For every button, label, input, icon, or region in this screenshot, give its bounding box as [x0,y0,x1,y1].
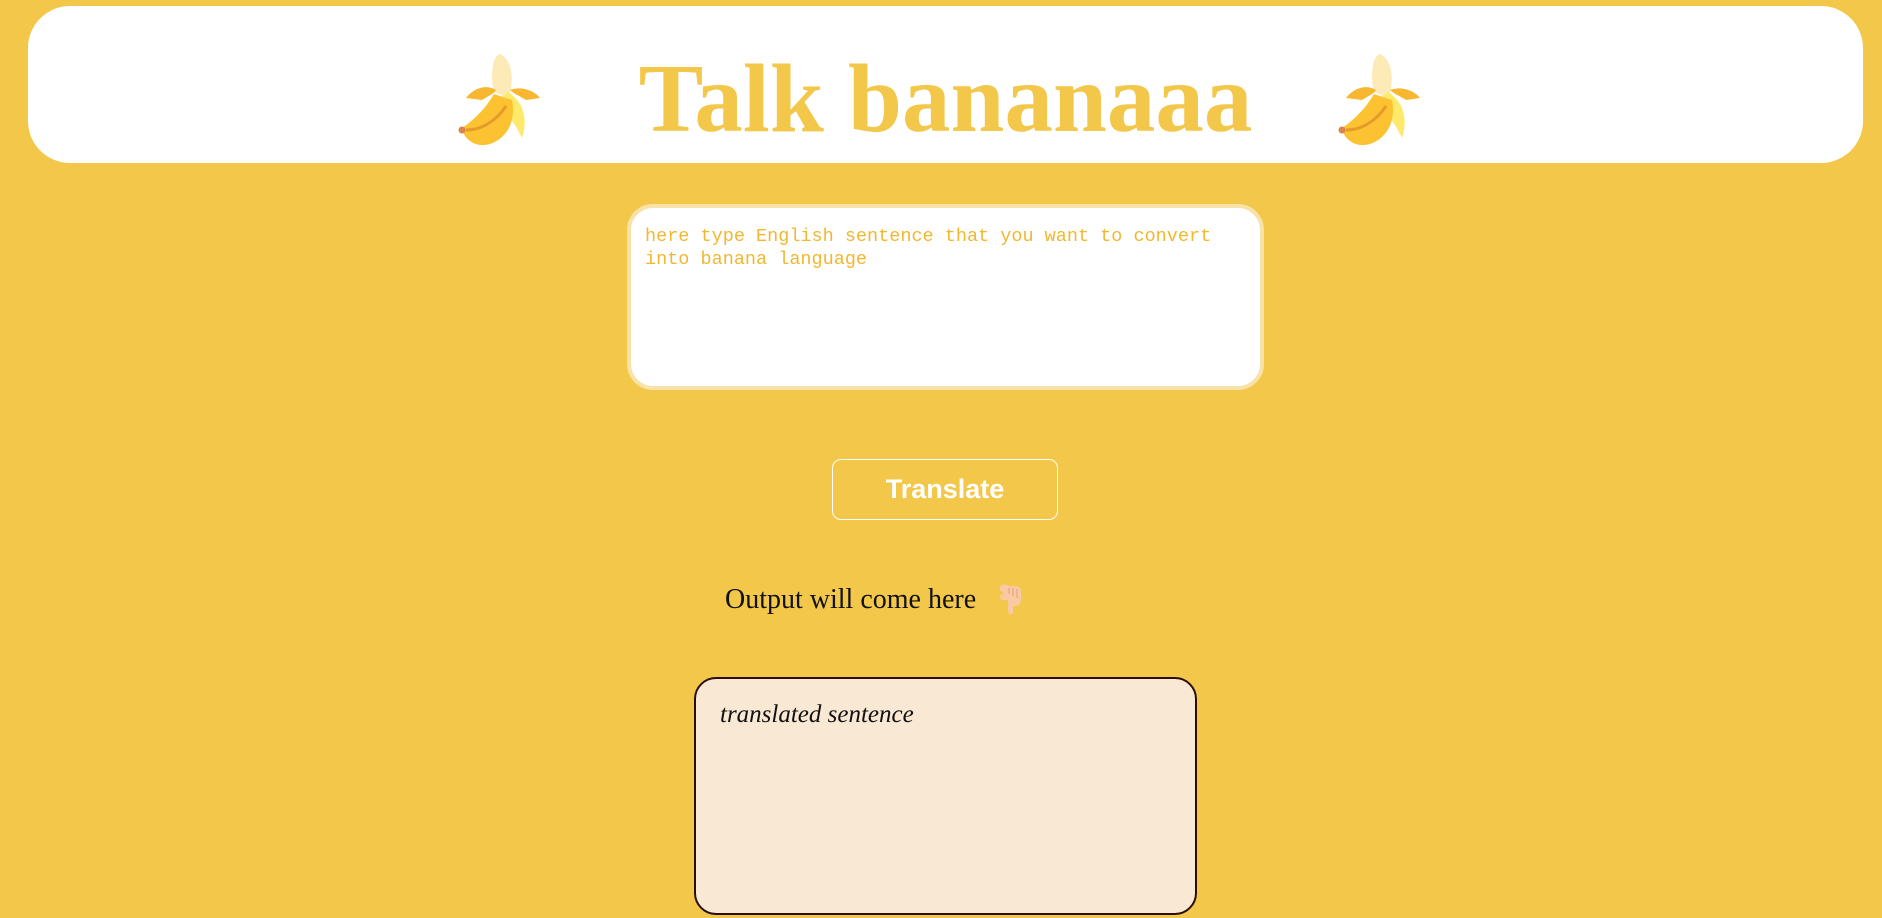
output-text: translated sentence [720,701,914,728]
translate-button[interactable]: Translate [832,459,1058,520]
output-label-text: Output will come here [725,584,977,615]
english-input[interactable] [627,204,1264,390]
page-title: Talk bananaaa [638,45,1253,152]
pointing-down-icon [999,584,1022,615]
output-box: translated sentence [694,677,1197,915]
banana-icon [1338,54,1420,146]
header-banner: Talk bananaaa [28,6,1863,163]
output-label: Output will come here [725,580,1027,620]
